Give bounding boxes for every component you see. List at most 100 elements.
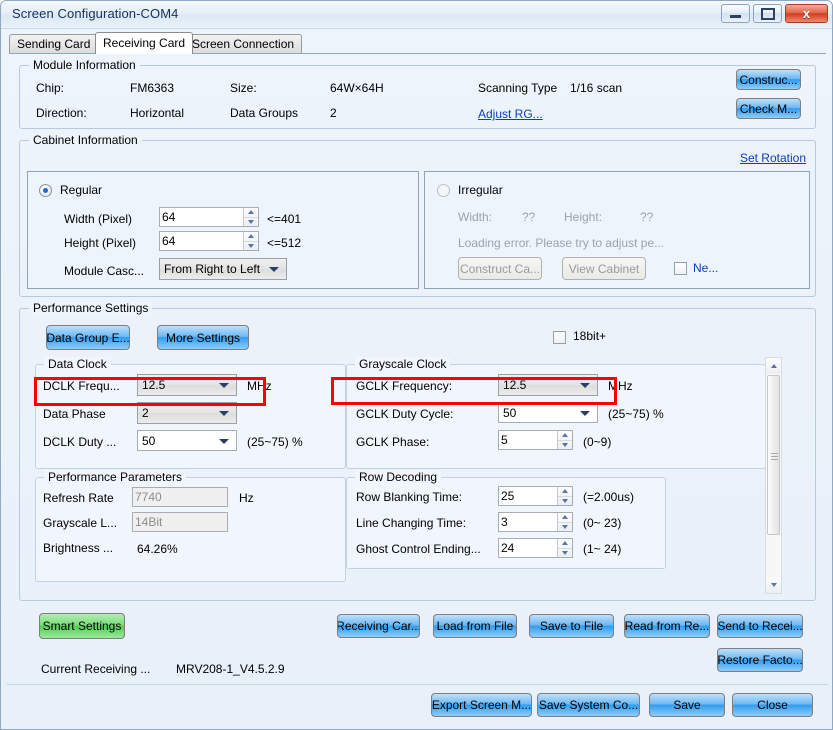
performance-parameters-group: Performance Parameters Refresh Rate 7740… — [35, 470, 346, 582]
scanning-type-label: Scanning Type — [478, 81, 558, 95]
row-blanking-range: (=2.00us) — [583, 490, 635, 504]
ghost-control-spinner-down[interactable] — [558, 549, 572, 558]
gclk-phase-spinner-down[interactable] — [558, 441, 572, 450]
chevron-down-icon — [219, 411, 229, 416]
save-to-file-button[interactable]: Save to File — [529, 614, 614, 638]
gclk-duty-value: 50 — [503, 406, 517, 420]
dclk-frequency-unit: MHz — [247, 379, 272, 393]
data-group-exchange-button[interactable]: Data Group E... — [46, 325, 130, 350]
save-button[interactable]: Save — [649, 693, 725, 717]
18bit-plus-checkbox[interactable] — [553, 331, 566, 344]
restore-factory-button[interactable]: Restore Facto... — [717, 648, 803, 672]
row-decoding-legend: Row Decoding — [355, 470, 442, 484]
dclk-duty-select[interactable]: 50 — [137, 430, 237, 451]
load-from-file-button[interactable]: Load from File — [433, 614, 517, 638]
module-cascade-select[interactable]: From Right to Left — [159, 258, 287, 280]
performance-settings-group: Performance Settings Data Group E... Mor… — [19, 301, 816, 601]
read-from-receiver-button[interactable]: Read from Re... — [624, 614, 710, 638]
construct-cabinet-button[interactable]: Construct Ca... — [458, 257, 542, 280]
grayscale-level-label: Grayscale L... — [43, 516, 118, 530]
row-blanking-spinner[interactable] — [557, 487, 572, 505]
line-changing-spinner-down[interactable] — [558, 523, 572, 532]
dclk-frequency-label: DCLK Frequ... — [43, 379, 120, 393]
ghost-control-spinner-up[interactable] — [558, 539, 572, 549]
performance-parameters-legend: Performance Parameters — [44, 470, 187, 484]
gclk-phase-label: GCLK Phase: — [356, 435, 430, 449]
data-clock-legend: Data Clock — [44, 357, 111, 371]
regular-panel: Regular Width (Pixel) 64 <=401 Height (P… — [27, 171, 419, 289]
gclk-phase-spinner[interactable] — [557, 431, 572, 449]
scroll-up-icon — [770, 364, 777, 368]
irregular-error-text: Loading error. Please try to adjust pe..… — [458, 236, 665, 250]
data-phase-label: Data Phase — [43, 407, 106, 421]
row-decoding-group: Row Decoding Row Blanking Time: 25 (=2.0… — [346, 470, 666, 569]
check-module-button[interactable]: Check M... — [736, 98, 801, 119]
performance-scrollbar[interactable] — [765, 357, 782, 594]
current-receiving-value: MRV208-1_V4.5.2.9 — [176, 662, 285, 676]
scroll-down-button[interactable] — [766, 577, 781, 593]
module-information-legend: Module Information — [29, 58, 140, 72]
line-changing-spinner-up[interactable] — [558, 513, 572, 523]
tab-sending-card[interactable]: Sending Card — [9, 34, 99, 53]
grayscale-level-input: 14Bit — [132, 512, 228, 532]
export-screen-monitor-button[interactable]: Export Screen M... — [431, 693, 532, 717]
title-bar: Screen Configuration-COM4 x — [1, 1, 832, 29]
irregular-radio[interactable] — [437, 184, 450, 197]
dclk-duty-value: 50 — [142, 434, 156, 448]
ghost-control-spinner[interactable] — [557, 539, 572, 557]
dclk-frequency-select[interactable]: 12.5 — [137, 374, 237, 396]
regular-label: Regular — [60, 183, 103, 197]
gclk-duty-select[interactable]: 50 — [498, 402, 598, 423]
direction-value: Horizontal — [130, 106, 185, 120]
irregular-width-value: ?? — [522, 210, 536, 224]
data-clock-group: Data Clock DCLK Frequ... 12.5 MHz Data P… — [35, 357, 346, 469]
screen-configuration-window: Screen Configuration-COM4 x Sending Card… — [0, 0, 833, 730]
more-settings-button[interactable]: More Settings — [157, 325, 249, 350]
irregular-new-checkbox[interactable] — [674, 262, 687, 275]
gclk-frequency-value: 12.5 — [503, 378, 527, 392]
width-spinner[interactable] — [243, 208, 258, 226]
maximize-button[interactable] — [753, 4, 782, 23]
gclk-frequency-unit: MHz — [608, 379, 633, 393]
tab-strip: Sending Card Receiving Card Screen Conne… — [9, 32, 826, 54]
set-rotation-link[interactable]: Set Rotation — [740, 151, 806, 165]
view-cabinet-button[interactable]: View Cabinet — [562, 257, 646, 280]
irregular-panel: Irregular Width: ?? Height: ?? Loading e… — [424, 171, 810, 289]
data-groups-label: Data Groups — [230, 106, 299, 120]
regular-radio[interactable] — [39, 184, 52, 197]
height-spinner[interactable] — [243, 232, 258, 250]
receiving-card-button[interactable]: Receiving Car... — [337, 614, 420, 638]
grayscale-clock-legend: Grayscale Clock — [355, 357, 451, 371]
gclk-frequency-select[interactable]: 12.5 — [498, 374, 598, 396]
close-button[interactable]: x — [785, 4, 828, 23]
line-changing-spinner[interactable] — [557, 513, 572, 531]
row-blanking-spinner-up[interactable] — [558, 487, 572, 497]
18bit-plus-label: 18bit+ — [573, 329, 607, 343]
construct-button[interactable]: Construc... — [736, 69, 801, 90]
dclk-frequency-value: 12.5 — [142, 378, 166, 392]
minimize-icon — [730, 14, 741, 18]
adjust-rg-link[interactable]: Adjust RG... — [478, 107, 543, 121]
width-spinner-down[interactable] — [244, 218, 258, 227]
gclk-phase-range: (0~9) — [583, 435, 612, 449]
tab-screen-connection[interactable]: Screen Connection — [184, 34, 303, 53]
height-spinner-up[interactable] — [244, 232, 258, 242]
data-phase-select[interactable]: 2 — [137, 402, 237, 424]
save-system-config-button[interactable]: Save System Co... — [537, 693, 640, 717]
window-controls: x — [721, 4, 828, 23]
height-spinner-down[interactable] — [244, 242, 258, 251]
scrollbar-thumb[interactable] — [767, 375, 780, 535]
row-blanking-spinner-down[interactable] — [558, 497, 572, 506]
gclk-phase-spinner-up[interactable] — [558, 431, 572, 441]
tab-receiving-card[interactable]: Receiving Card — [95, 32, 194, 54]
width-spinner-up[interactable] — [244, 208, 258, 218]
minimize-button[interactable] — [721, 4, 750, 23]
scroll-up-button[interactable] — [766, 358, 781, 374]
irregular-height-value: ?? — [640, 210, 654, 224]
height-pixel-label: Height (Pixel) — [64, 236, 137, 250]
smart-settings-button[interactable]: Smart Settings — [39, 613, 125, 639]
close-footer-button[interactable]: Close — [732, 693, 813, 717]
send-to-receiver-button[interactable]: Send to Recei... — [717, 614, 803, 638]
scrollbar-grip-icon — [771, 451, 778, 462]
chip-value: FM6363 — [130, 81, 175, 95]
